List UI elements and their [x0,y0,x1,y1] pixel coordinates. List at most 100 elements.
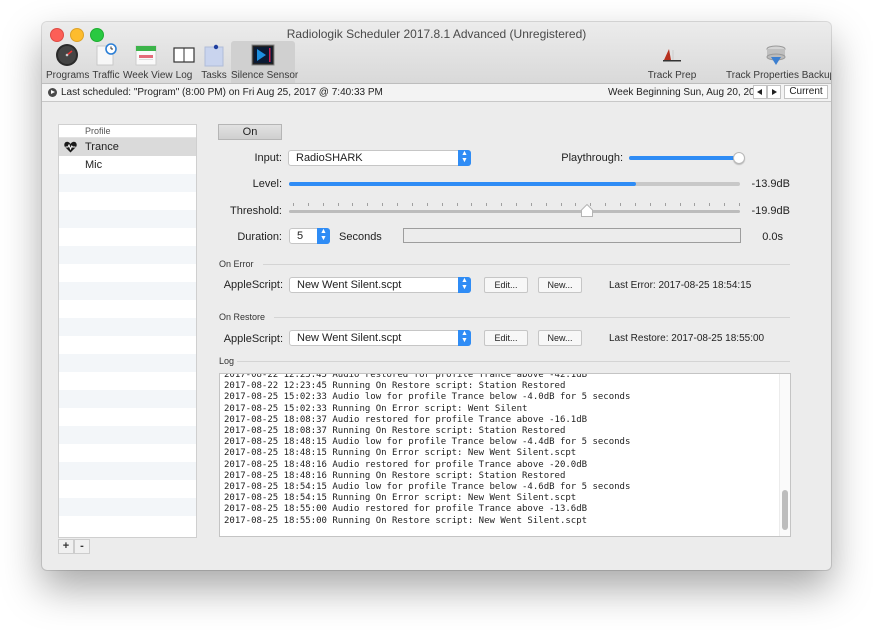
log-scrollbar[interactable] [779,374,790,536]
threshold-tick [441,203,443,206]
playthrough-label: Playthrough: [561,152,623,164]
threshold-tick [739,203,740,206]
last-scheduled-text: Last scheduled: "Program" (8:00 PM) on F… [61,87,383,98]
playthrough-slider[interactable] [629,152,745,164]
empty-profile-row [59,498,196,516]
play-icon[interactable] [48,88,57,97]
threshold-tick [382,203,384,206]
threshold-tick [575,203,577,206]
log-line: 2017-08-25 18:48:16 Audio restored for p… [224,459,588,470]
log-text-area[interactable]: 2017-08-22 12:23:45 Audio restored for p… [219,373,791,537]
previous-week-button[interactable] [753,85,767,99]
threshold-slider[interactable] [289,204,740,217]
toolbar-log[interactable]: Log [171,41,197,83]
playthrough-knob[interactable] [733,152,745,164]
threshold-tick [709,203,711,206]
threshold-tick [397,203,399,206]
empty-profile-row [59,444,196,462]
restore-new-button[interactable]: New... [538,330,582,346]
error-edit-button[interactable]: Edit... [484,277,528,293]
traffic-document-icon [96,43,117,66]
threshold-tick [337,203,339,206]
threshold-tick [411,203,413,206]
log-line: 2017-08-25 18:54:15 Audio low for profil… [224,482,631,493]
toolbar-track-prep[interactable]: Track Prep [645,41,699,83]
threshold-tick [664,203,666,206]
book-icon [173,47,195,63]
on-error-section-label: On Error [219,259,254,269]
section-divider [237,361,790,362]
empty-profile-row [59,336,196,354]
empty-profile-row [59,282,196,300]
toolbar-label: Track Prep [647,70,697,81]
log-line: 2017-08-25 15:02:33 Running On Error scr… [224,403,528,414]
empty-profile-row [59,408,196,426]
toolbar-programs[interactable]: Programs [46,41,90,83]
threshold-tick [456,203,458,206]
empty-profile-row [59,390,196,408]
threshold-tick [620,203,622,206]
threshold-label: Threshold: [230,205,282,217]
threshold-knob[interactable] [580,204,593,217]
calendar-icon [135,45,157,66]
toolbar-track-properties-backup[interactable]: Track Properties Backup [726,41,831,83]
restore-applescript-label: AppleScript: [223,333,283,345]
restore-edit-button[interactable]: Edit... [484,330,528,346]
duration-stepper[interactable]: 5 ▲ ▼ [289,228,330,244]
level-value: -13.9dB [751,178,790,190]
toolbar-label: Traffic [92,70,120,81]
section-divider [274,317,790,318]
toolbar-week-view[interactable]: Week View [123,41,173,83]
duration-value: 5 [297,230,304,242]
profile-row-mic[interactable]: Mic [59,156,196,174]
log-line: 2017-08-25 18:48:15 Audio low for profil… [224,437,631,448]
log-section-label: Log [219,356,235,366]
profile-column-header[interactable]: Profile [59,125,196,138]
threshold-tick [307,203,309,206]
toolbar-silence-sensor[interactable]: Silence Sensor [231,41,298,83]
waveform-icon [663,49,681,62]
profile-list[interactable]: Profile Trance Mic [58,124,197,538]
playthrough-fill [629,156,739,160]
restore-script-value: New Went Silent.scpt [297,332,402,344]
input-select[interactable]: RadioSHARK ▲ ▼ [288,150,471,166]
window-title: Radiologik Scheduler 2017.8.1 Advanced (… [286,27,587,41]
toolbar-tasks[interactable]: Tasks [200,41,228,83]
toolbar-traffic[interactable]: Traffic [90,41,122,83]
select-arrows-icon: ▲ ▼ [458,150,471,166]
add-profile-button[interactable]: + [58,539,74,554]
threshold-tick [634,203,636,206]
log-line: 2017-08-25 18:54:15 Running On Error scr… [224,493,577,504]
empty-profile-row [59,426,196,444]
empty-profile-row [59,300,196,318]
duration-unit: Seconds [339,231,382,243]
current-week-button[interactable]: Current [784,85,828,99]
threshold-tick [530,203,532,206]
restore-script-select[interactable]: New Went Silent.scpt ▲ ▼ [289,330,471,346]
empty-profile-row [59,480,196,498]
on-restore-section-label: On Restore [219,312,266,322]
input-select-value: RadioSHARK [296,152,363,164]
toolbar: Radiologik Scheduler 2017.8.1 Advanced (… [42,22,831,84]
database-backup-icon [766,45,786,65]
profile-row-trance[interactable]: Trance [59,138,196,156]
silence-sensor-icon [251,44,275,66]
elapsed-progress [403,228,741,243]
next-week-button[interactable] [767,85,781,99]
elapsed-value: 0.0s [762,231,783,243]
on-toggle-button[interactable]: On [218,124,282,140]
remove-profile-button[interactable]: - [74,539,90,554]
empty-profile-row [59,264,196,282]
threshold-tick [694,203,696,206]
empty-profile-row [59,318,196,336]
threshold-tick [426,203,428,206]
empty-profile-row [59,192,196,210]
threshold-tick [367,203,369,206]
toolbar-label: Programs [46,70,90,81]
stepper-arrows-icon[interactable]: ▲ ▼ [317,228,330,244]
log-lines: 2017-08-22 12:23:45 Audio restored for p… [224,374,631,527]
error-script-select[interactable]: New Went Silent.scpt ▲ ▼ [289,277,471,293]
log-scroll-thumb[interactable] [782,490,788,530]
threshold-tick [649,203,651,206]
error-new-button[interactable]: New... [538,277,582,293]
